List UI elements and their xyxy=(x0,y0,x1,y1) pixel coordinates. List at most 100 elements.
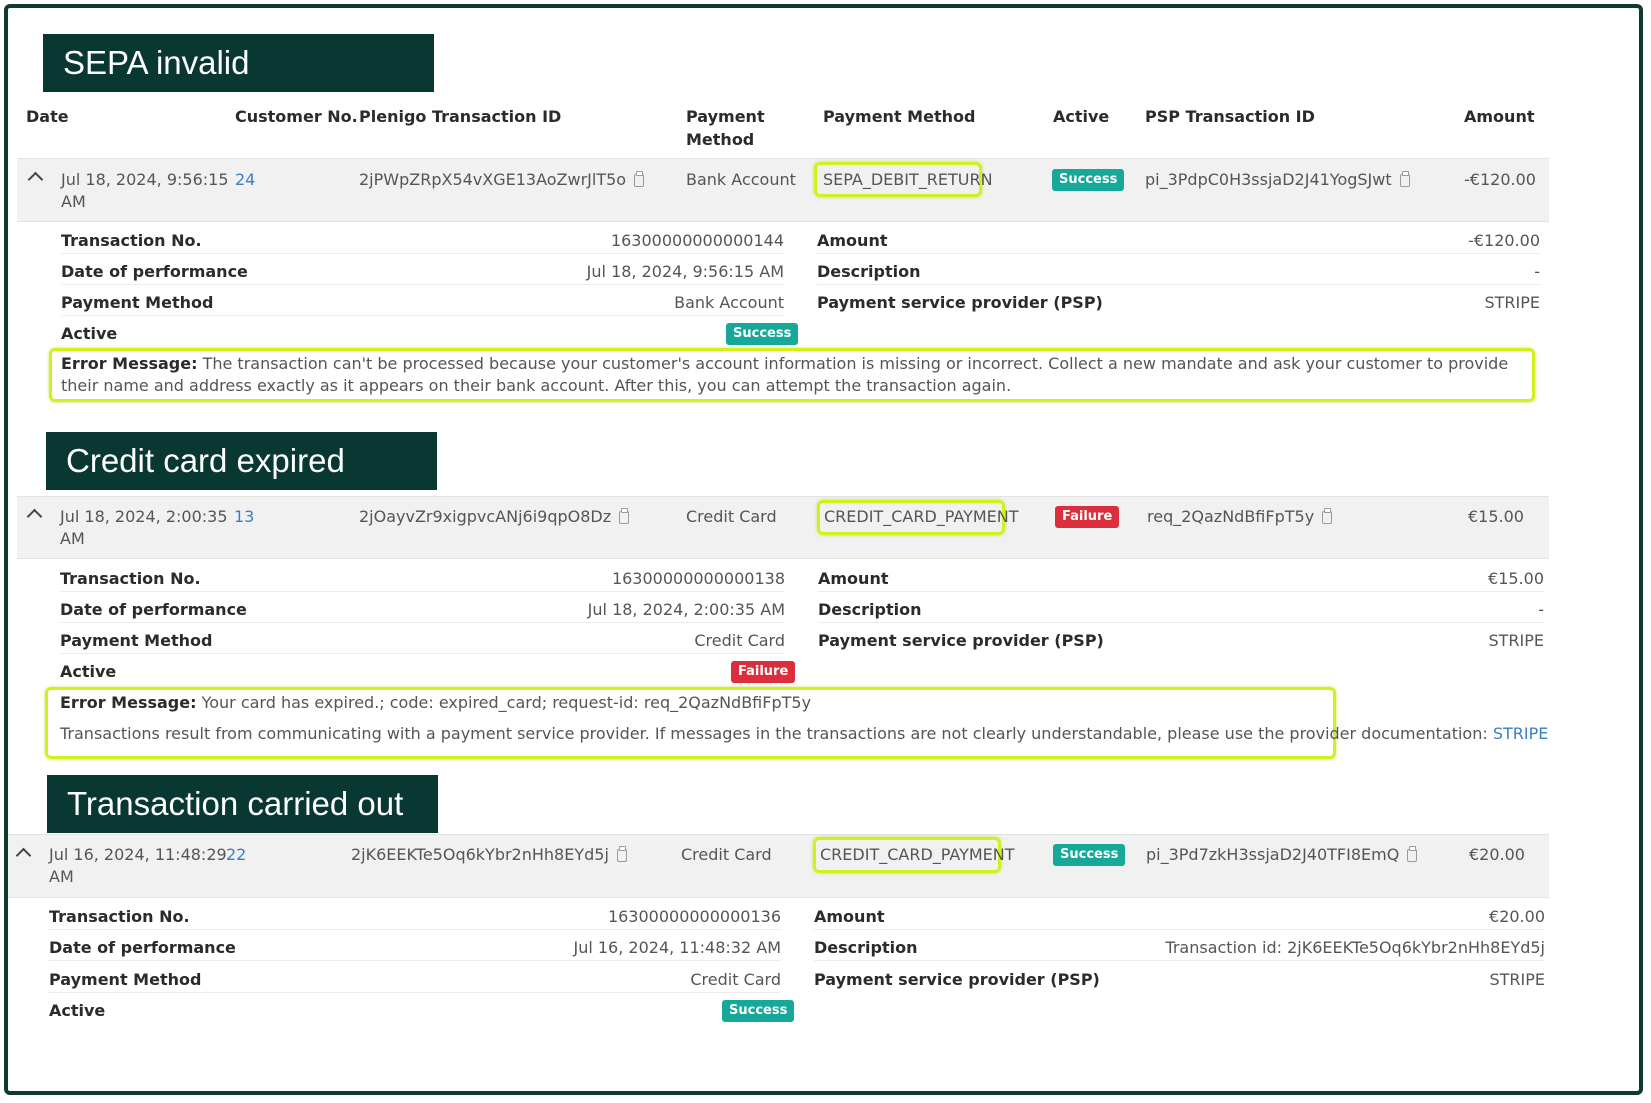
row-amount: €15.00 xyxy=(1468,507,1524,526)
column-header-plenigo-transaction-id[interactable]: Plenigo Transaction ID xyxy=(359,105,561,128)
divider xyxy=(814,929,1545,930)
copy-icon[interactable] xyxy=(616,846,627,862)
divider xyxy=(49,929,781,930)
column-header-date[interactable]: Date xyxy=(26,105,69,128)
row-payment-method: Credit Card xyxy=(686,507,777,526)
error-message-label: Error Message: xyxy=(61,354,198,373)
section-banner-transaction-carried-out: Transaction carried out xyxy=(47,775,438,833)
row-date-line1: Jul 18, 2024, 2:00:35 xyxy=(60,507,228,526)
detail-label-date-of-performance: Date of performance xyxy=(49,938,236,957)
row-amount: -€120.00 xyxy=(1464,170,1536,189)
copy-icon[interactable] xyxy=(1407,846,1418,862)
divider xyxy=(818,591,1544,592)
column-header-payment-method[interactable]: Payment Method xyxy=(686,105,776,151)
column-header-active[interactable]: Active xyxy=(1053,105,1109,128)
divider xyxy=(814,960,1545,961)
column-header-customer-no[interactable]: Customer No. xyxy=(235,105,358,128)
customer-no-link[interactable]: 22 xyxy=(226,843,246,866)
error-message-label: Error Message: xyxy=(60,693,197,712)
divider xyxy=(61,315,784,316)
row-payment-type: CREDIT_CARD_PAYMENT xyxy=(824,507,1019,526)
detail-label-active: Active xyxy=(60,662,117,681)
row-payment-type: SEPA_DEBIT_RETURN xyxy=(823,170,993,189)
detail-transaction-no: 16300000000000136 xyxy=(607,907,781,926)
detail-amount: €20.00 xyxy=(1489,907,1545,926)
row-amount: €20.00 xyxy=(1469,845,1525,864)
detail-label-transaction-no: Transaction No. xyxy=(60,569,201,588)
detail-date-of-performance: Jul 18, 2024, 9:56:15 AM xyxy=(586,262,784,281)
detail-label-active: Active xyxy=(61,324,118,343)
section-banner-credit-card-expired: Credit card expired xyxy=(46,432,437,490)
detail-transaction-no: 16300000000000144 xyxy=(610,231,784,250)
status-badge: Success xyxy=(1052,169,1125,191)
detail-description: - xyxy=(1538,600,1544,619)
psp-transaction-id-text: pi_3PdpC0H3ssjaD2J41YogSJwt xyxy=(1145,170,1392,189)
plenigo-transaction-id: 2jK6EEKTe5Oq6kYbr2nHh8EYd5j xyxy=(351,843,627,866)
row-date-line1: Jul 16, 2024, 11:48:29 xyxy=(49,845,227,864)
provider-note: Transactions result from communicating w… xyxy=(60,723,1548,745)
detail-label-psp: Payment service provider (PSP) xyxy=(818,631,1104,650)
row-date-line2: AM xyxy=(60,529,85,548)
status-badge: Success xyxy=(726,323,799,345)
column-header-payment-type[interactable]: Payment Method xyxy=(823,105,975,128)
detail-label-psp: Payment service provider (PSP) xyxy=(814,970,1100,989)
detail-payment-method: Bank Account xyxy=(674,293,784,312)
detail-label-description: Description xyxy=(818,600,922,619)
detail-label-amount: Amount xyxy=(814,907,885,926)
plenigo-transaction-id-text: 2jPWpZRpX54vXGE13AoZwrJlT5o xyxy=(359,170,627,189)
detail-amount: -€120.00 xyxy=(1468,231,1540,250)
copy-icon[interactable] xyxy=(1322,508,1333,524)
detail-psp: STRIPE xyxy=(1484,293,1540,312)
detail-label-transaction-no: Transaction No. xyxy=(61,231,202,250)
row-payment-method: Bank Account xyxy=(686,170,796,189)
divider xyxy=(60,591,785,592)
detail-label-date-of-performance: Date of performance xyxy=(61,262,248,281)
error-message: Error Message: Your card has expired.; c… xyxy=(60,692,811,714)
copy-icon[interactable] xyxy=(634,171,645,187)
row-date-line2: AM xyxy=(61,192,86,211)
divider xyxy=(60,622,785,623)
detail-description: Transaction id: 2jK6EEKTe5Oq6kYbr2nHh8EY… xyxy=(1165,938,1545,957)
detail-label-payment-method: Payment Method xyxy=(49,970,202,989)
detail-psp: STRIPE xyxy=(1489,970,1545,989)
divider xyxy=(60,653,785,654)
row-date-line2: AM xyxy=(49,867,74,886)
detail-label-amount: Amount xyxy=(817,231,888,250)
error-message-text: The transaction can't be processed becau… xyxy=(61,354,1509,395)
detail-amount: €15.00 xyxy=(1488,569,1544,588)
detail-label-description: Description xyxy=(814,938,918,957)
detail-label-payment-method: Payment Method xyxy=(61,293,214,312)
psp-transaction-id-text: pi_3Pd7zkH3ssjaD2J40TFI8EmQ xyxy=(1146,845,1400,864)
column-header-amount[interactable]: Amount xyxy=(1464,105,1534,128)
customer-no-link[interactable]: 13 xyxy=(234,505,254,528)
column-header-psp-transaction-id[interactable]: PSP Transaction ID xyxy=(1145,105,1315,128)
copy-icon[interactable] xyxy=(1399,171,1410,187)
divider xyxy=(49,992,781,993)
detail-label-transaction-no: Transaction No. xyxy=(49,907,190,926)
divider xyxy=(61,253,784,254)
detail-label-description: Description xyxy=(817,262,921,281)
divider xyxy=(818,622,1544,623)
detail-transaction-no: 16300000000000138 xyxy=(611,569,785,588)
section-banner-sepa-invalid: SEPA invalid xyxy=(43,34,434,92)
divider xyxy=(61,284,784,285)
row-payment-type: CREDIT_CARD_PAYMENT xyxy=(820,845,1015,864)
detail-label-amount: Amount xyxy=(818,569,889,588)
status-badge: Success xyxy=(1053,844,1126,866)
error-message-text: Your card has expired.; code: expired_ca… xyxy=(201,693,812,712)
error-message: Error Message: The transaction can't be … xyxy=(61,353,1529,397)
row-payment-method: Credit Card xyxy=(681,845,772,864)
customer-no-link[interactable]: 24 xyxy=(235,168,255,191)
divider xyxy=(817,253,1540,254)
copy-icon[interactable] xyxy=(619,508,630,524)
detail-date-of-performance: Jul 16, 2024, 11:48:32 AM xyxy=(573,938,781,957)
detail-label-psp: Payment service provider (PSP) xyxy=(817,293,1103,312)
plenigo-transaction-id-text: 2jOayvZr9xigpvcANj6i9qpO8Dz xyxy=(359,507,612,526)
detail-psp: STRIPE xyxy=(1488,631,1544,650)
status-badge: Failure xyxy=(1055,506,1120,528)
detail-label-active: Active xyxy=(49,1001,106,1020)
divider xyxy=(817,284,1540,285)
detail-date-of-performance: Jul 18, 2024, 2:00:35 AM xyxy=(587,600,785,619)
stripe-docs-link[interactable]: STRIPE xyxy=(1493,724,1549,743)
detail-payment-method: Credit Card xyxy=(690,970,781,989)
